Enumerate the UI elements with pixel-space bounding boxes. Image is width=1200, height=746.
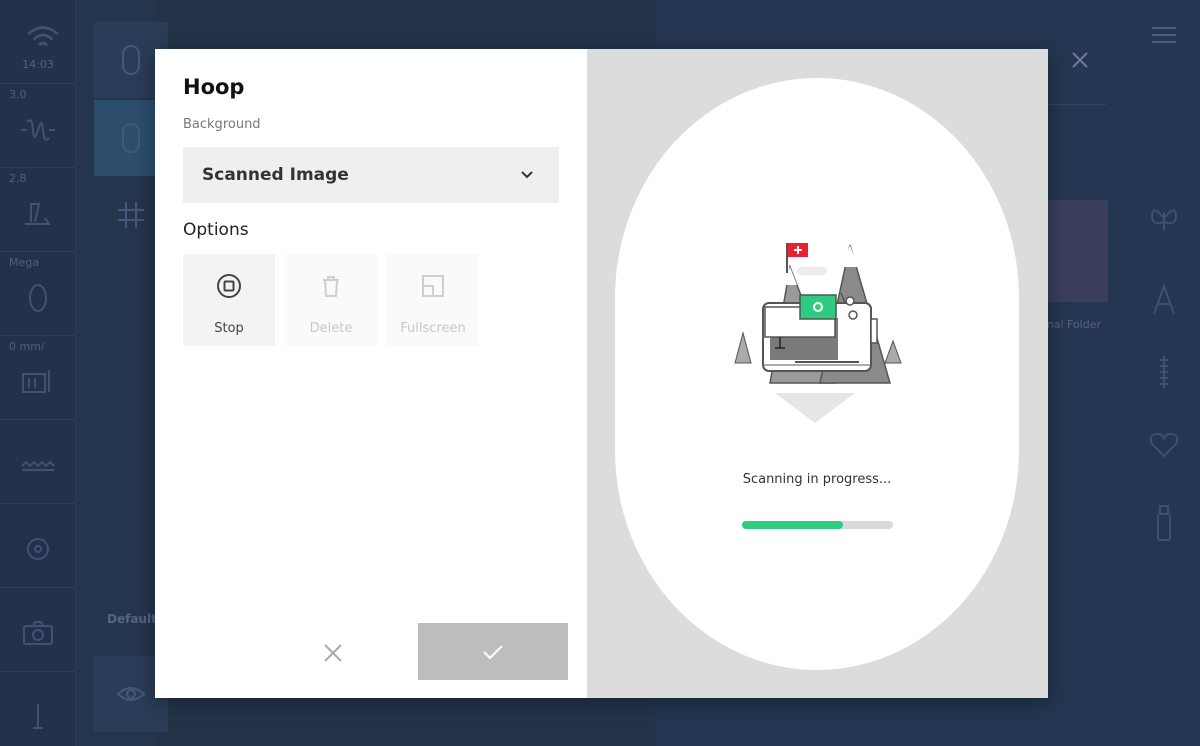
rail-item-feed[interactable]: 0 mm/ — [0, 336, 76, 420]
default-label: Default — [107, 612, 157, 626]
folder-thumbnail[interactable] — [1046, 200, 1108, 302]
scan-preview-oval: Scanning in progress... — [615, 78, 1019, 670]
grid-icon — [114, 194, 148, 234]
butterfly-icon[interactable] — [1146, 200, 1182, 240]
stitch-pattern-icon[interactable] — [1146, 352, 1182, 392]
rail-item-wifi[interactable]: 14:03 — [0, 0, 76, 84]
eye-icon — [114, 674, 148, 714]
rail-label: 3.0 — [9, 88, 27, 101]
close-icon — [324, 644, 342, 662]
scan-progress-bar — [742, 521, 893, 529]
stop-icon — [215, 272, 243, 300]
fullscreen-label: Fullscreen — [400, 321, 466, 336]
trash-icon — [317, 272, 345, 300]
zigzag-icon — [19, 446, 57, 484]
scanning-illustration — [725, 233, 905, 423]
folder-label: onal Folder — [1040, 318, 1101, 331]
scan-status-text: Scanning in progress... — [742, 472, 892, 487]
checkmark-icon — [483, 645, 503, 660]
presser-foot-icon — [19, 278, 57, 316]
background-select-value: Scanned Image — [202, 165, 349, 185]
dialog-settings-panel: Hoop Background Scanned Image Options St… — [155, 49, 587, 698]
hoop-icon — [114, 118, 148, 158]
rail-item-stitch-length[interactable]: 2.8 — [0, 168, 76, 252]
chevron-down-icon — [519, 167, 535, 183]
rail-item-zigzag[interactable] — [0, 420, 76, 504]
cancel-button[interactable] — [305, 625, 361, 681]
stitch-width-icon — [19, 110, 57, 148]
clock-time: 14:03 — [22, 58, 54, 71]
rail-item-bobbin[interactable] — [0, 504, 76, 588]
rail-item-camera[interactable] — [0, 588, 76, 672]
rail-label: 2.8 — [9, 172, 27, 185]
hoop-icon — [114, 40, 148, 80]
stop-label: Stop — [214, 321, 244, 336]
rail-item-needle[interactable] — [0, 672, 76, 746]
close-icon[interactable] — [1068, 48, 1092, 72]
divider — [1046, 104, 1106, 105]
heart-icon[interactable] — [1146, 424, 1182, 464]
tool-column — [76, 0, 168, 746]
delete-label: Delete — [309, 321, 353, 336]
hoop-dialog: Hoop Background Scanned Image Options St… — [155, 49, 1048, 698]
rail-label: Mega — [9, 256, 39, 269]
background-caption: Background — [183, 117, 261, 132]
font-icon[interactable] — [1146, 280, 1182, 320]
menu-icon[interactable] — [1152, 26, 1176, 44]
bobbin-icon — [19, 530, 57, 568]
left-rail: 14:03 3.0 2.8 Mega 0 mm/ — [0, 0, 76, 746]
stitch-length-icon — [19, 194, 57, 232]
scan-progress-fill — [742, 521, 844, 529]
feed-icon — [19, 362, 57, 400]
rail-item-stitch-width[interactable]: 3.0 — [0, 84, 76, 168]
rail-item-presser-foot[interactable]: Mega — [0, 252, 76, 336]
delete-button[interactable]: Delete — [285, 254, 377, 346]
rail-label: 0 mm/ — [9, 340, 45, 353]
usb-icon[interactable] — [1146, 502, 1182, 542]
fullscreen-button[interactable]: Fullscreen — [387, 254, 479, 346]
fullscreen-icon — [419, 272, 447, 300]
camera-icon — [19, 614, 57, 652]
background-select[interactable]: Scanned Image — [183, 147, 559, 203]
wifi-icon — [24, 18, 59, 47]
dialog-title: Hoop — [183, 75, 245, 99]
scan-preview-panel: Scanning in progress... — [587, 49, 1048, 698]
options-title: Options — [183, 220, 249, 240]
needle-icon — [19, 698, 57, 736]
stop-button[interactable]: Stop — [183, 254, 275, 346]
confirm-button[interactable] — [418, 623, 568, 680]
